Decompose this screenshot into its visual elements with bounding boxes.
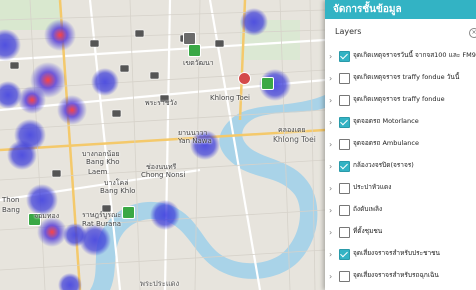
map-place-label: Laem (88, 168, 108, 176)
chevron-right-icon[interactable]: › (329, 140, 335, 149)
layer-item[interactable]: › กล้องวงจรปิด(จราจร) (325, 156, 476, 178)
chevron-right-icon[interactable]: › (329, 184, 335, 193)
layer-checkbox[interactable] (339, 271, 350, 282)
chevron-right-icon[interactable]: › (329, 118, 335, 127)
layer-checkbox[interactable] (339, 227, 350, 238)
layer-item[interactable]: › ถังดับเพลิง (325, 200, 476, 222)
layer-checkbox[interactable] (339, 249, 350, 260)
map-place-label: Yan Nawa (178, 137, 212, 145)
motorlance-marker[interactable] (188, 44, 201, 57)
layer-checkbox[interactable] (339, 117, 350, 128)
layer-checkbox[interactable] (339, 205, 350, 216)
map-place-label: จอมทอง (34, 212, 60, 220)
map-place-label: Bang (2, 206, 20, 214)
layer-list: › จุดเกิดเหตุจราจรวันนี้ จากจส100 และ FM9… (325, 46, 476, 288)
layer-label: จุดเสี่ยงจราจรสำหรับรถฉุกเฉิน (353, 271, 439, 279)
map-place-label: Bang Kho (86, 158, 120, 166)
chevron-right-icon[interactable]: › (329, 206, 335, 215)
layer-item[interactable]: › ประปาหัวแดง (325, 178, 476, 200)
layer-label: จุดเกิดเหตุจราจร traffy fondue วันนี้ (353, 73, 460, 81)
map-place-label: พระราชวัง (145, 99, 177, 107)
layer-item[interactable]: › จุดเกิดเหตุจราจรวันนี้ จากจส100 และ FM9… (325, 46, 476, 68)
layer-checkbox[interactable] (339, 161, 350, 172)
layer-item[interactable]: › จุดจอดรถ Ambulance (325, 134, 476, 156)
layer-label: จุดจอดรถ Ambulance (353, 139, 419, 147)
map-place-label: Khlong Toei (210, 94, 250, 102)
layers-heading-row: Layers × (325, 19, 476, 45)
layer-checkbox[interactable] (339, 139, 350, 150)
map-place-label: Thon (2, 196, 20, 204)
layer-label: จุดเกิดเหตุจราจรวันนี้ จากจส100 และ FM91 (353, 51, 476, 59)
layer-item[interactable]: › จุดเกิดเหตุจราจร traffy fondue วันนี้ (325, 68, 476, 90)
map-place-label: Khlong Toei (273, 135, 316, 144)
layer-item[interactable]: › จุดเสี่ยงจราจรสำหรับรถฉุกเฉิน (325, 266, 476, 288)
layer-label: กล้องวงจรปิด(จราจร) (353, 161, 414, 169)
chevron-right-icon[interactable]: › (329, 250, 335, 259)
layer-item[interactable]: › จุดเสี่ยงจราจรสำหรับประชาชน (325, 244, 476, 266)
basemap (0, 0, 325, 290)
chevron-right-icon[interactable]: › (329, 74, 335, 83)
layer-item[interactable]: › ที่ตั้งชุมชน (325, 222, 476, 244)
layer-checkbox[interactable] (339, 51, 350, 62)
layer-label: จุดเสี่ยงจราจรสำหรับประชาชน (353, 249, 440, 257)
layer-label: ถังดับเพลิง (353, 205, 383, 213)
close-icon[interactable]: × (469, 28, 476, 38)
map-place-label: Bang Khlo (100, 187, 136, 195)
layer-checkbox[interactable] (339, 95, 350, 106)
map-view[interactable]: เขตวัฒนา พระราชวัง Khlong Toei ยานนาวา Y… (0, 0, 325, 290)
motorlance-marker[interactable] (261, 77, 274, 90)
map-place-label: Chong Nonsi (141, 171, 186, 179)
layers-heading: Layers (335, 27, 362, 36)
chevron-right-icon[interactable]: › (329, 162, 335, 171)
panel-title: จัดการชั้นข้อมูล (325, 0, 476, 19)
camera-marker[interactable] (183, 32, 196, 45)
layer-item[interactable]: › จุดจอดรถ Motorlance (325, 112, 476, 134)
map-place-label: พระประแดง (140, 279, 180, 288)
incident-marker[interactable] (238, 72, 251, 85)
layer-label: จุดเกิดเหตุจราจร traffy fondue (353, 95, 445, 103)
layer-item[interactable]: › จุดเกิดเหตุจราจร traffy fondue (325, 90, 476, 112)
chevron-right-icon[interactable]: › (329, 228, 335, 237)
chevron-right-icon[interactable]: › (329, 96, 335, 105)
map-place-label: เขตวัฒนา (183, 59, 214, 67)
layer-panel: จัดการชั้นข้อมูล Layers × › จุดเกิดเหตุจร… (325, 0, 476, 290)
map-place-label: Rat Burana (82, 220, 122, 228)
chevron-right-icon[interactable]: › (329, 52, 335, 61)
chevron-right-icon[interactable]: › (329, 272, 335, 281)
layer-label: จุดจอดรถ Motorlance (353, 117, 419, 125)
layer-label: ประปาหัวแดง (353, 183, 392, 191)
motorlance-marker[interactable] (122, 206, 135, 219)
layer-label: ที่ตั้งชุมชน (353, 227, 383, 235)
layer-checkbox[interactable] (339, 183, 350, 194)
layer-checkbox[interactable] (339, 73, 350, 84)
